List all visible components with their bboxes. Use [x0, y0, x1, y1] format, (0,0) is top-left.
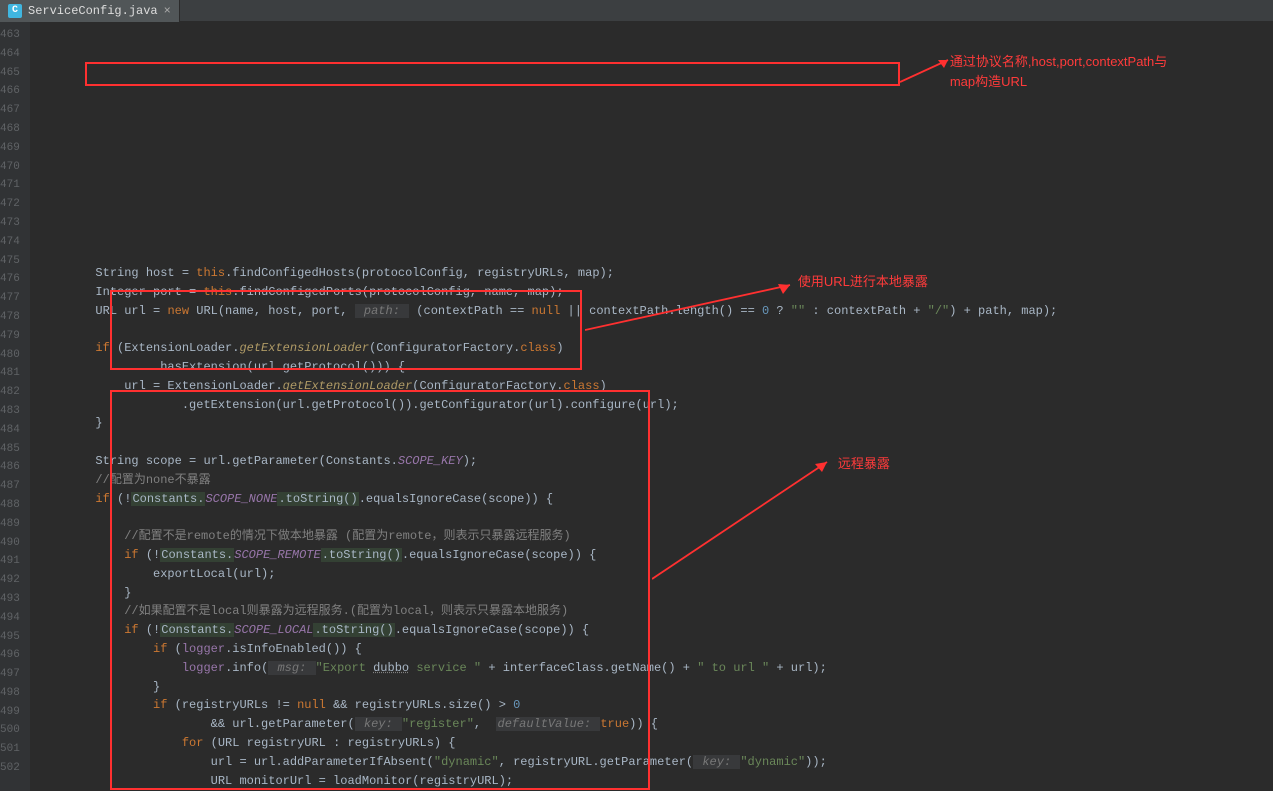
- line-number: 480: [0, 346, 20, 365]
- code-line: }: [30, 678, 1273, 697]
- line-number: 471: [0, 176, 20, 195]
- line-number: 487: [0, 477, 20, 496]
- line-number: 464: [0, 45, 20, 64]
- code-line: if (logger.isInfoEnabled()) {: [30, 640, 1273, 659]
- java-class-icon: C: [8, 4, 22, 18]
- code-line: if (!Constants.SCOPE_REMOTE.toString().e…: [30, 546, 1273, 565]
- file-tab[interactable]: C ServiceConfig.java ×: [0, 0, 180, 22]
- line-number: 493: [0, 590, 20, 609]
- line-number: 472: [0, 195, 20, 214]
- line-number: 491: [0, 552, 20, 571]
- line-number: 465: [0, 64, 20, 83]
- code-line: }: [30, 414, 1273, 433]
- line-number: 502: [0, 759, 20, 778]
- code-line: if (!Constants.SCOPE_NONE.toString().equ…: [30, 490, 1273, 509]
- line-number: 477: [0, 289, 20, 308]
- code-line: url = ExtensionLoader.getExtensionLoader…: [30, 377, 1273, 396]
- code-line: for (URL registryURL : registryURLs) {: [30, 734, 1273, 753]
- line-number: 479: [0, 327, 20, 346]
- line-number: 488: [0, 496, 20, 515]
- line-number: 474: [0, 233, 20, 252]
- line-number: 476: [0, 270, 20, 289]
- line-number: 497: [0, 665, 20, 684]
- line-number: 483: [0, 402, 20, 421]
- tab-bar: C ServiceConfig.java ×: [0, 0, 1273, 22]
- line-number: 501: [0, 740, 20, 759]
- code-line: }: [30, 584, 1273, 603]
- close-icon[interactable]: ×: [164, 4, 171, 18]
- line-number: 481: [0, 364, 20, 383]
- annotation-box-1: [85, 62, 900, 86]
- line-number: 494: [0, 609, 20, 628]
- annotation-text-1: 通过协议名称,host,port,contextPath与 map构造URL: [950, 52, 1167, 91]
- code-line: [30, 320, 1273, 339]
- line-number: 495: [0, 628, 20, 647]
- code-line: exportLocal(url);: [30, 565, 1273, 584]
- code-line: if (!Constants.SCOPE_LOCAL.toString().eq…: [30, 621, 1273, 640]
- code-line: [30, 508, 1273, 527]
- code-line: .getExtension(url.getProtocol()).getConf…: [30, 396, 1273, 415]
- code-line: String host = this.findConfigedHosts(pro…: [30, 264, 1273, 283]
- code-line: String scope = url.getParameter(Constant…: [30, 452, 1273, 471]
- line-number-gutter: 4634644654664674684694704714724734744754…: [0, 22, 30, 791]
- code-line: //如果配置不是local则暴露为远程服务.(配置为local，则表示只暴露本地…: [30, 602, 1273, 621]
- code-line: URL url = new URL(name, host, port, path…: [30, 302, 1273, 321]
- line-number: 492: [0, 571, 20, 590]
- line-number: 473: [0, 214, 20, 233]
- line-number: 467: [0, 101, 20, 120]
- line-number: 469: [0, 139, 20, 158]
- line-number: 499: [0, 703, 20, 722]
- code-line: && url.getParameter( key: "register", de…: [30, 715, 1273, 734]
- line-number: 490: [0, 534, 20, 553]
- code-line: if (ExtensionLoader.getExtensionLoader(C…: [30, 339, 1273, 358]
- tab-filename: ServiceConfig.java: [28, 4, 158, 18]
- line-number: 500: [0, 721, 20, 740]
- line-number: 478: [0, 308, 20, 327]
- line-number: 468: [0, 120, 20, 139]
- code-line: //配置不是remote的情况下做本地暴露 (配置为remote，则表示只暴露远…: [30, 527, 1273, 546]
- line-number: 484: [0, 421, 20, 440]
- code-line: Integer port = this.findConfigedPorts(pr…: [30, 283, 1273, 302]
- line-number: 485: [0, 440, 20, 459]
- annotation-text-2: 使用URL进行本地暴露: [798, 272, 928, 292]
- code-line: //配置为none不暴露: [30, 471, 1273, 490]
- code-line: url = url.addParameterIfAbsent("dynamic"…: [30, 753, 1273, 772]
- line-number: 475: [0, 252, 20, 271]
- code-area[interactable]: 通过协议名称,host,port,contextPath与 map构造URL 使…: [30, 22, 1273, 791]
- line-number: 482: [0, 383, 20, 402]
- line-number: 486: [0, 458, 20, 477]
- code-line: .hasExtension(url.getProtocol())) {: [30, 358, 1273, 377]
- line-number: 496: [0, 646, 20, 665]
- line-number: 463: [0, 26, 20, 45]
- line-number: 470: [0, 158, 20, 177]
- line-number: 498: [0, 684, 20, 703]
- code-line: logger.info( msg: "Export dubbo service …: [30, 659, 1273, 678]
- annotation-text-3: 远程暴露: [838, 454, 890, 474]
- code-line: if (registryURLs != null && registryURLs…: [30, 696, 1273, 715]
- line-number: 466: [0, 82, 20, 101]
- code-line: URL monitorUrl = loadMonitor(registryURL…: [30, 772, 1273, 791]
- line-number: 489: [0, 515, 20, 534]
- code-line: [30, 433, 1273, 452]
- code-editor[interactable]: 4634644654664674684694704714724734744754…: [0, 22, 1273, 791]
